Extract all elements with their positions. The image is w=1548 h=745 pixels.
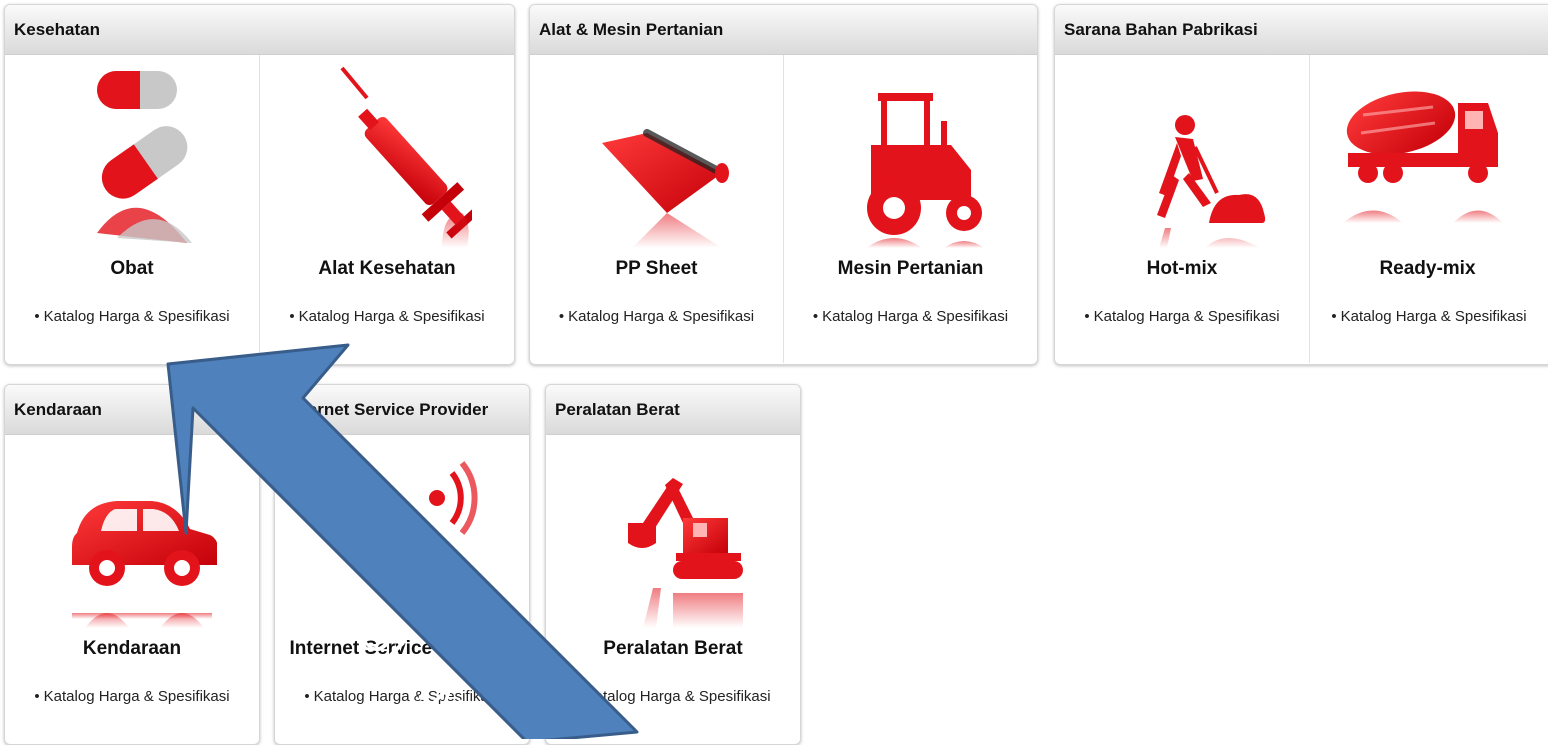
catalog-link-label: Katalog Harga & Spesifikasi bbox=[43, 688, 230, 705]
tile-hot-mix[interactable]: Hot-mix • Katalog Harga & Spesifikasi bbox=[1055, 55, 1309, 363]
panel-title: Peralatan Berat bbox=[546, 385, 800, 435]
pills-icon bbox=[47, 63, 217, 248]
tile-title: Ready-mix bbox=[1379, 258, 1476, 279]
tile-alat-kesehatan[interactable]: Alat Kesehatan • Katalog Harga & Spesifik… bbox=[259, 55, 514, 363]
catalog-link[interactable]: • Katalog Harga & Spesifikasi bbox=[530, 308, 783, 325]
catalog-link-label: Katalog Harga & Spesifikasi bbox=[1340, 308, 1527, 325]
tile-title: PP Sheet bbox=[615, 258, 698, 279]
catalog-link-label: Katalog Harga & Spesifikasi bbox=[298, 308, 485, 325]
sheet-roll-icon bbox=[572, 63, 742, 248]
syringe-icon bbox=[302, 63, 472, 248]
catalog-link-label: Katalog Harga & Spesifikasi bbox=[584, 688, 771, 705]
car-icon bbox=[47, 443, 217, 628]
concrete-mixer-truck-icon bbox=[1333, 63, 1503, 248]
panel-peralatan-berat: Peralatan Berat Peralatan Berat • Katalog… bbox=[545, 384, 801, 745]
bullet-icon: • bbox=[34, 688, 40, 705]
tile-title: Mesin Pertanian bbox=[837, 258, 984, 279]
tile-title: Peralatan Berat bbox=[603, 638, 743, 659]
tile-title: Kendaraan bbox=[82, 638, 182, 659]
bullet-icon: • bbox=[558, 308, 565, 325]
catalog-link-label: Katalog Harga & Spesifikasi bbox=[822, 308, 1009, 325]
bullet-icon: • bbox=[1084, 308, 1090, 325]
panel-title: Kendaraan bbox=[5, 385, 259, 435]
tile-obat[interactable]: Obat • Katalog Harga & Spesifikasi bbox=[5, 55, 259, 363]
bullet-icon: • bbox=[812, 308, 819, 325]
panel-kesehatan: Kesehatan Obat • Katalog Harga & Spesifik… bbox=[4, 4, 515, 365]
tile-title: Hot-mix bbox=[1146, 258, 1218, 279]
tile-ready-mix[interactable]: Ready-mix • Katalog Harga & Spesifikasi bbox=[1309, 55, 1548, 363]
tile-title: Alat Kesehatan bbox=[318, 258, 456, 279]
tile-pp-sheet[interactable]: PP Sheet • Katalog Harga & Spesifikasi bbox=[530, 55, 783, 363]
catalog-link-label: Katalog Harga & Spesifikasi bbox=[43, 308, 230, 325]
bullet-icon: • bbox=[575, 688, 581, 705]
panel-title: Sarana Bahan Pabrikasi bbox=[1055, 5, 1548, 55]
bullet-icon: • bbox=[304, 688, 310, 705]
catalog-link-label: Katalog Harga & Spesifikasi bbox=[568, 308, 755, 325]
catalog-link[interactable]: • Katalog Harga & Spesifikasi bbox=[546, 688, 800, 705]
panel-title: Kesehatan bbox=[5, 5, 514, 55]
catalog-link[interactable]: • Katalog Harga & Spesifikasi bbox=[1293, 308, 1548, 325]
road-worker-icon bbox=[1097, 63, 1267, 248]
tractor-icon bbox=[826, 63, 996, 248]
panel-title: Internet Service Provider bbox=[275, 385, 529, 435]
tile-mesin-pertanian[interactable]: Mesin Pertanian • Katalog Harga & Spesifi… bbox=[783, 55, 1037, 363]
tile-kendaraan[interactable]: Kendaraan • Katalog Harga & Spesifikasi bbox=[5, 435, 259, 743]
panel-title: Alat & Mesin Pertanian bbox=[530, 5, 1037, 55]
excavator-icon bbox=[588, 443, 758, 628]
catalog-link[interactable]: • Katalog Harga & Spesifikasi bbox=[5, 308, 259, 325]
bullet-icon: • bbox=[1331, 308, 1337, 325]
tile-title: Obat bbox=[110, 258, 154, 279]
catalog-link[interactable]: • Katalog Harga & Spesifikasi bbox=[1055, 308, 1309, 325]
catalog-link-label: Katalog Harga & Spesifikasi bbox=[1093, 308, 1280, 325]
bullet-icon: • bbox=[289, 308, 295, 325]
bullet-icon: • bbox=[34, 308, 40, 325]
panel-kendaraan: Kendaraan Kendaraan • Katalog Harga & Spe… bbox=[4, 384, 260, 745]
catalog-link[interactable]: • Katalog Harga & Spesifikasi bbox=[784, 308, 1037, 325]
panel-alat-mesin-pertanian: Alat & Mesin Pertanian PP Sheet • Katalog… bbox=[529, 4, 1038, 365]
tile-peralatan-berat[interactable]: Peralatan Berat • Katalog Harga & Spesifi… bbox=[546, 435, 800, 743]
panel-sarana-bahan-pabrikasi: Sarana Bahan Pabrikasi Hot-mix • Katalog … bbox=[1054, 4, 1548, 365]
catalog-link[interactable]: • Katalog Harga & Spesifikasi bbox=[260, 308, 514, 325]
catalog-link[interactable]: • Katalog Harga & Spesifikasi bbox=[5, 688, 259, 705]
